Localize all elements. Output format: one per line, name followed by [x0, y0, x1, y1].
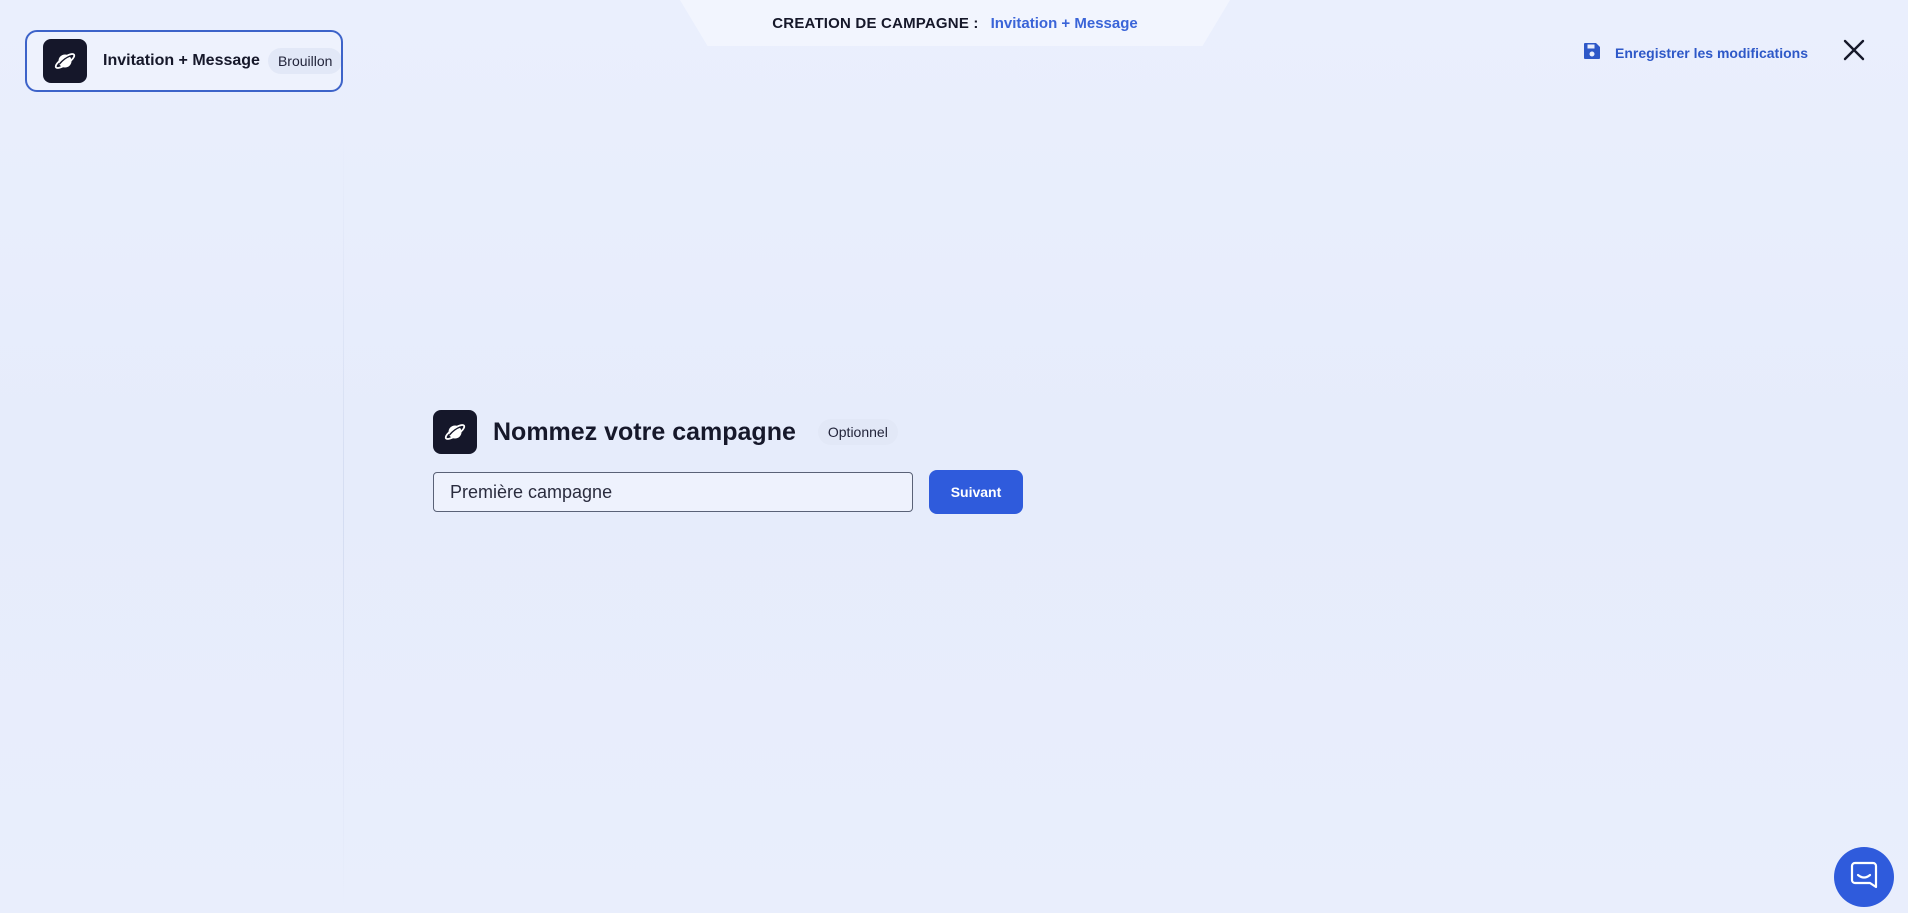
campaign-chip[interactable]: Invitation + Message Brouillon — [25, 30, 343, 92]
optional-badge: Optionnel — [817, 419, 898, 445]
close-button[interactable] — [1840, 38, 1868, 66]
name-step-title: Nommez votre campagne — [493, 417, 796, 446]
campaign-name-step: Nommez votre campagne Optionnel Suivant — [433, 410, 1023, 514]
campaign-header-tab: CREATION DE CAMPAGNE : Invitation + Mess… — [680, 0, 1230, 46]
name-step-header: Nommez votre campagne Optionnel — [433, 410, 1023, 454]
floppy-disk-icon — [1583, 42, 1601, 63]
planet-icon — [43, 39, 87, 83]
next-button[interactable]: Suivant — [929, 470, 1023, 514]
save-changes-label: Enregistrer les modifications — [1615, 44, 1808, 61]
status-badge: Brouillon — [267, 48, 341, 74]
campaign-name-input[interactable] — [433, 472, 913, 512]
sidebar-divider — [343, 120, 344, 913]
close-icon — [1842, 38, 1866, 67]
campaign-chip-name: Invitation + Message — [103, 52, 260, 69]
planet-icon — [433, 410, 477, 454]
save-changes-button[interactable]: Enregistrer les modifications — [1583, 42, 1808, 63]
chat-launcher-button[interactable] — [1834, 847, 1894, 907]
name-input-row: Suivant — [433, 470, 1023, 514]
header-prefix: CREATION DE CAMPAGNE : — [772, 14, 979, 32]
chat-icon — [1849, 860, 1879, 895]
header-campaign-name: Invitation + Message — [990, 14, 1138, 32]
